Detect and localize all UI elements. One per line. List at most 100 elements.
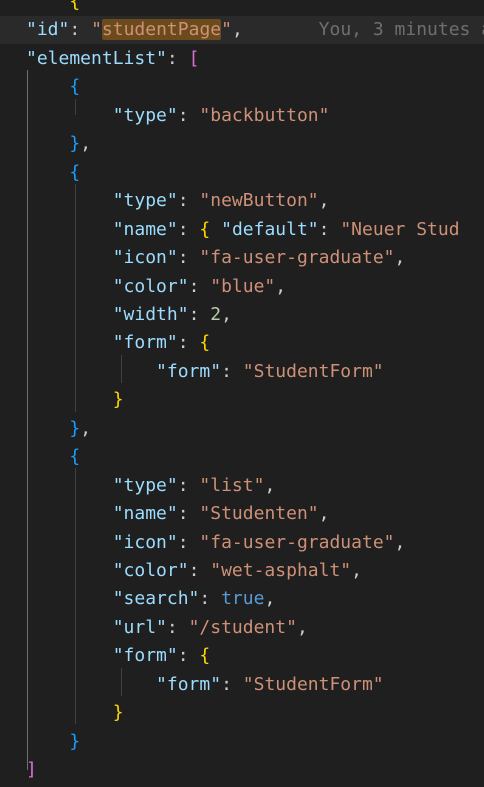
code-line[interactable]: { [0, 443, 484, 471]
git-blame-annotation: You, 3 minutes ago [318, 19, 484, 41]
code-token: "StudentForm" [242, 673, 384, 695]
code-token: { [69, 446, 81, 468]
code-token: { [199, 645, 211, 667]
code-token: , [80, 133, 92, 155]
code-line[interactable]: } [0, 386, 484, 414]
code-token: : [177, 503, 200, 525]
code-token: "icon" [112, 247, 178, 269]
code-token: "url" [112, 616, 167, 638]
code-token: ] [26, 759, 37, 781]
code-token: "name" [112, 503, 178, 525]
code-line[interactable]: { [0, 159, 484, 187]
code-token: : [177, 218, 200, 240]
code-line[interactable]: } [0, 699, 484, 727]
code-token: : [188, 560, 211, 581]
code-token: "type" [112, 190, 178, 212]
code-line[interactable]: "form": { [0, 329, 484, 357]
code-token: "wet-asphalt" [210, 560, 352, 581]
code-line[interactable]: "color": "wet-asphalt", [0, 557, 484, 585]
code-token: "name" [112, 218, 178, 240]
code-token: { [69, 76, 81, 98]
code-line[interactable]: "name": { "default": "Neuer Stud [0, 216, 484, 244]
code-token: "type" [112, 474, 178, 496]
code-line[interactable]: }, [0, 415, 484, 443]
code-line[interactable]: "id": "studentPage", You, 3 minutes ago [0, 16, 484, 45]
code-token: "form" [156, 673, 222, 695]
code-token: : [177, 332, 200, 354]
code-line[interactable]: "type": "backbutton" [0, 102, 484, 130]
code-line[interactable]: "name": "Studenten", [0, 500, 484, 528]
code-line[interactable]: "form": "StudentForm" [0, 358, 484, 386]
code-token: "elementList" [26, 47, 167, 69]
code-line[interactable]: ] [0, 756, 484, 784]
code-token: "color" [112, 560, 189, 581]
code-line[interactable]: "color": "blue", [0, 273, 484, 301]
code-token: " [26, 19, 37, 41]
code-line[interactable]: }, [0, 130, 484, 158]
code-token: "blue" [210, 275, 276, 297]
code-token: , [351, 560, 362, 581]
code-token: , [318, 503, 330, 525]
code-token: : [221, 360, 243, 382]
code-token: : [188, 275, 211, 297]
code-token: "Studenten" [199, 503, 319, 525]
code-token: "width" [112, 303, 189, 325]
code-token: } [69, 730, 81, 752]
code-token: , [394, 531, 406, 553]
code-token: : [166, 47, 189, 69]
code-line[interactable]: "width": 2, [0, 301, 484, 329]
code-editor[interactable]: { "id": "studentPage", You, 3 minutes ago… [0, 0, 484, 787]
code-token: "search" [112, 588, 200, 610]
code-token: true [221, 588, 265, 610]
code-line[interactable]: "icon": "fa-user-graduate", [0, 529, 484, 557]
code-token: 2 [210, 303, 222, 325]
code-token: } [112, 389, 124, 411]
code-token: : [177, 104, 200, 126]
code-token: : [221, 673, 243, 695]
code-line[interactable]: "search": true, [0, 585, 484, 613]
code-line[interactable]: "type": "newButton", [0, 187, 484, 215]
code-token: { [69, 0, 81, 12]
code-token: , [221, 303, 232, 325]
code-token: , [318, 190, 330, 212]
code-line[interactable]: { [0, 73, 484, 101]
code-token: "fa-user-graduate" [199, 247, 395, 269]
code-line[interactable]: "elementList": [ [0, 45, 484, 73]
code-token: : [177, 474, 200, 496]
code-token: "backbutton" [199, 104, 330, 126]
code-token: " [58, 19, 70, 41]
code-line[interactable]: "url": "/student", [0, 614, 484, 642]
code-line[interactable]: "icon": "fa-user-graduate", [0, 244, 484, 272]
code-line[interactable]: "form": "StudentForm" [0, 671, 484, 699]
code-token: : [199, 588, 222, 610]
code-line[interactable]: "form": { [0, 642, 484, 670]
code-token: " [91, 19, 102, 41]
code-token: : [177, 190, 200, 212]
code-token: : [188, 303, 211, 325]
code-token: , [264, 588, 276, 610]
code-line[interactable]: { [0, 0, 484, 16]
blame-spacer [243, 19, 319, 40]
code-line[interactable]: "type": "list", [0, 472, 484, 500]
code-line[interactable]: } [0, 728, 484, 756]
code-token: studentPage [101, 19, 222, 41]
code-token: [ [188, 47, 200, 69]
code-token: , [275, 275, 287, 297]
code-token: "color" [112, 275, 189, 297]
